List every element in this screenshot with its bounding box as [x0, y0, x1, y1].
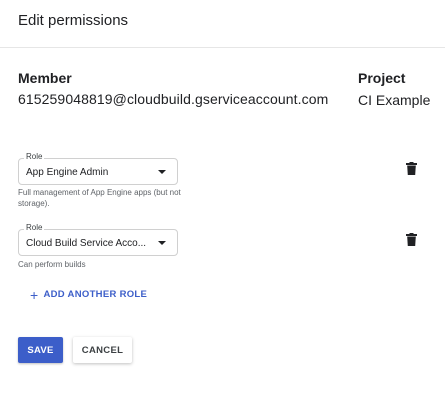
save-button[interactable]: SAVE	[18, 337, 63, 363]
role-select-1[interactable]: Role App Engine Admin	[18, 152, 178, 185]
member-heading: Member	[18, 70, 72, 86]
role-description-2: Can perform builds	[18, 260, 86, 269]
role-select-label: Role	[24, 223, 45, 233]
cancel-button[interactable]: CANCEL	[73, 337, 132, 363]
role-select-value: Cloud Build Service Acco...	[26, 238, 147, 249]
plus-icon: +	[30, 286, 39, 303]
project-heading: Project	[358, 70, 406, 86]
role-description-1: Full management of App Engine apps (but …	[18, 188, 181, 208]
dropdown-arrow-icon	[158, 241, 166, 245]
dropdown-arrow-icon	[158, 170, 166, 174]
trash-icon[interactable]	[406, 233, 417, 246]
dialog-header: Edit permissions	[0, 0, 445, 48]
project-value: CI Example	[358, 92, 431, 108]
dialog-title: Edit permissions	[18, 12, 129, 29]
role-select-value: App Engine Admin	[26, 167, 109, 178]
role-select-2[interactable]: Role Cloud Build Service Acco...	[18, 223, 178, 256]
add-another-role-button[interactable]: + ADD ANOTHER ROLE	[30, 286, 148, 303]
add-another-role-label: ADD ANOTHER ROLE	[43, 289, 148, 300]
member-value: 615259048819@cloudbuild.gserviceaccount.…	[18, 91, 329, 107]
trash-icon[interactable]	[406, 162, 417, 175]
role-select-label: Role	[24, 152, 45, 162]
